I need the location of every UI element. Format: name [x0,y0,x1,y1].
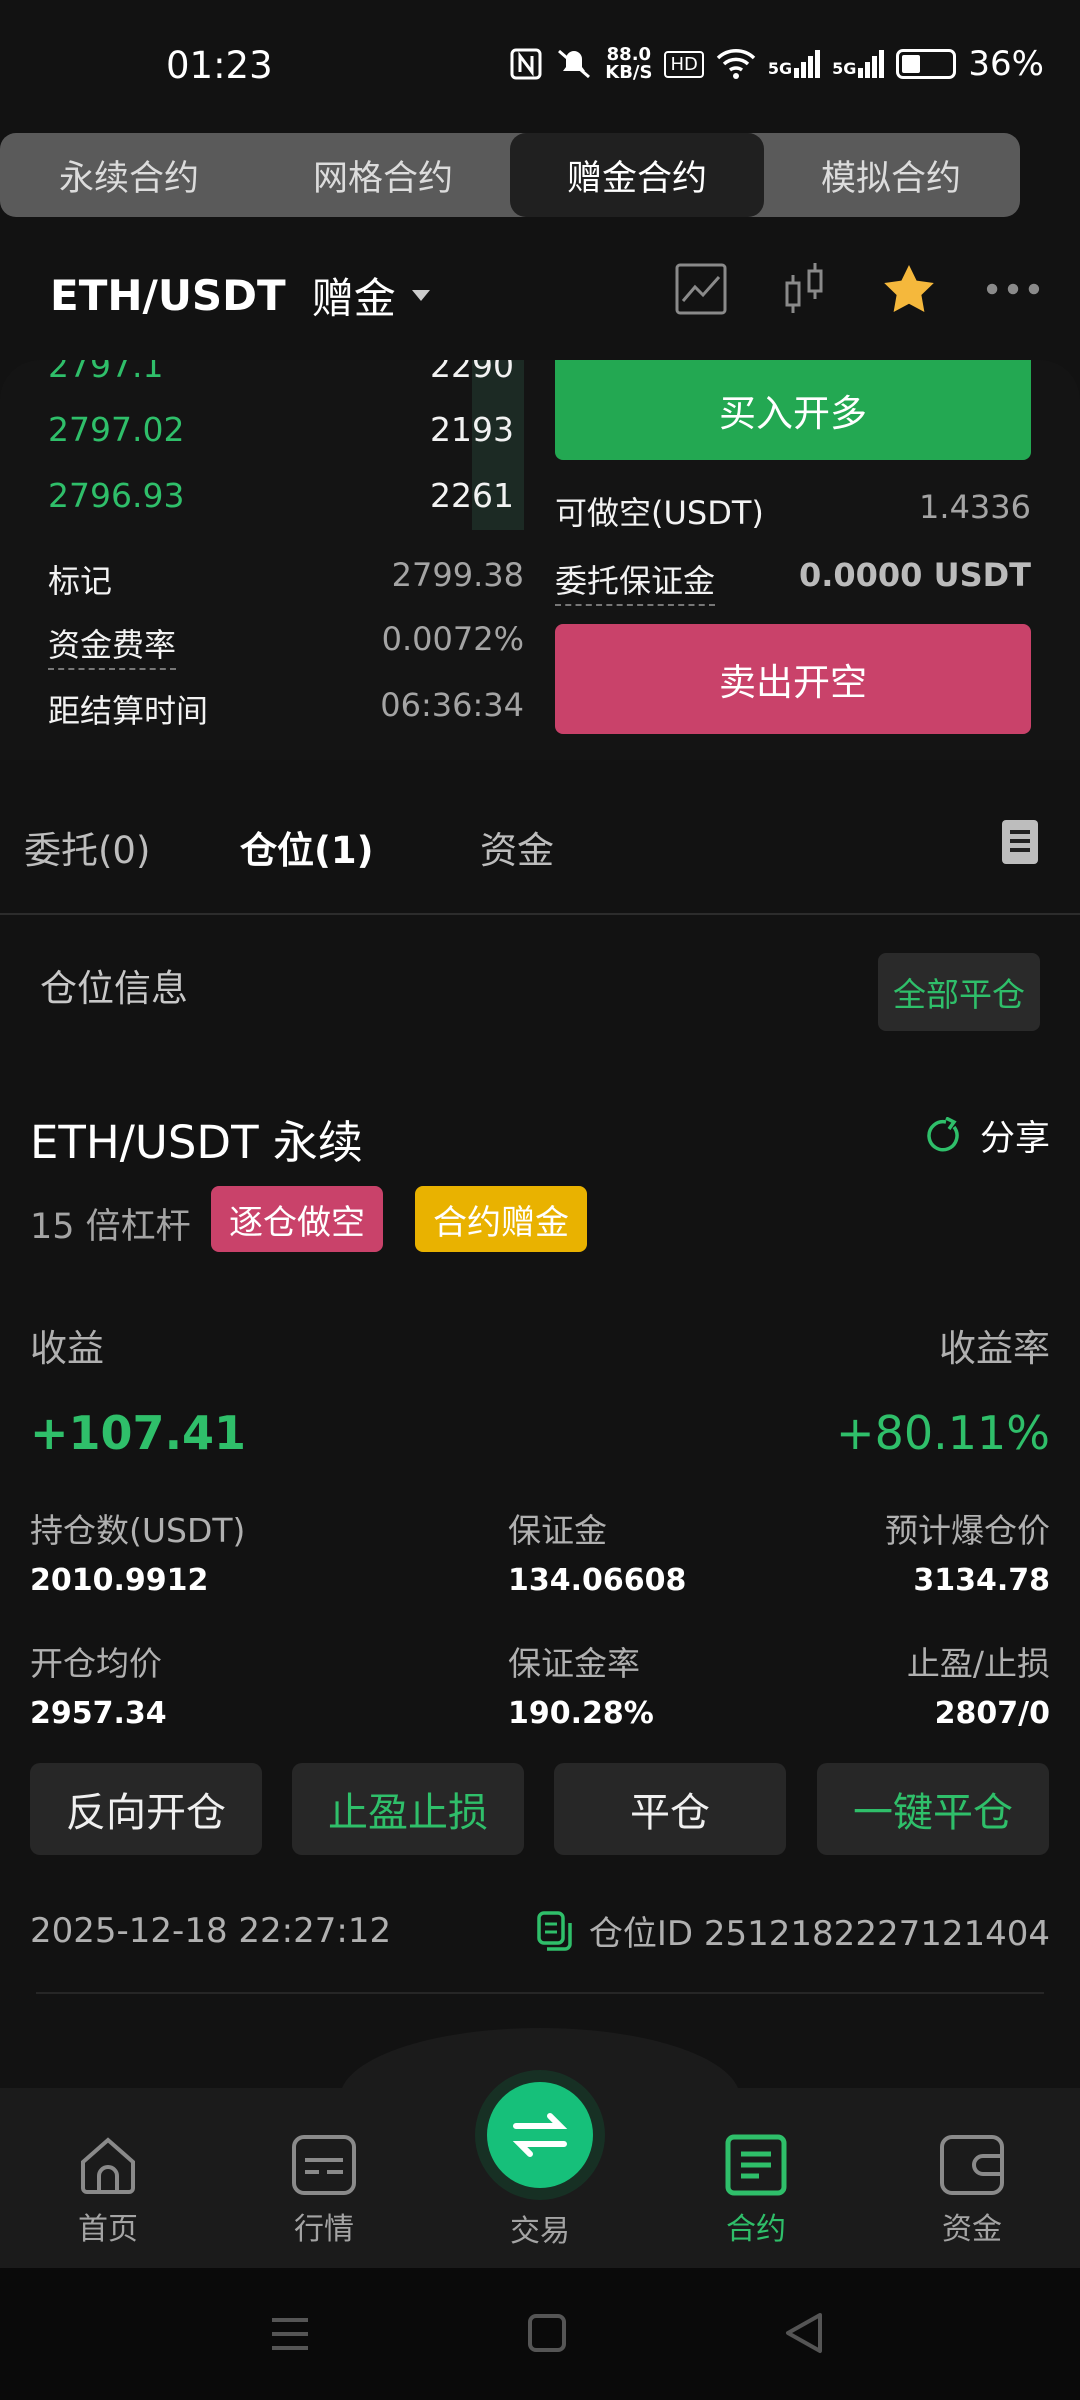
pair-name: ETH/USDT [50,271,286,320]
order-margin-row: 委托保证金 0.0000 USDT [555,556,1031,606]
status-time: 01:23 [166,44,273,87]
share-icon [927,1116,959,1151]
caret-down-icon [411,290,430,301]
funding-rate-row[interactable]: 资金费率 0.0072% [48,620,524,670]
one-click-close-button[interactable]: 一键平仓 [817,1763,1049,1855]
nav-home[interactable]: 首页 [48,2134,168,2248]
pair-selector[interactable]: ETH/USDT 赠金 [50,265,430,326]
wallet-icon [940,2135,1004,2195]
close-position-button[interactable]: 平仓 [554,1763,786,1855]
contract-mode-tabs: 永续合约 网格合约 赠金合约 模拟合约 [0,133,1020,217]
tab-orders[interactable]: 委托(0) [24,820,150,874]
tpsl-label: 止盈/止损 [906,1644,1050,1683]
size-value: 2010.9912 [30,1563,209,1598]
trade-panel: 2797.1 2290 2797.02 2193 2796.93 2261 标记 279… [0,360,1080,760]
orderbook-row[interactable]: 2796.93 2261 [48,476,514,515]
mark-price-row: 标记 2799.38 [48,556,524,600]
mute-icon [558,49,591,79]
more-icon[interactable] [986,262,1040,316]
bonus-badge: 合约赠金 [415,1186,587,1252]
pnl-label: 收益 [30,1327,104,1370]
orderbook-row[interactable]: 2797.02 2193 [48,410,514,449]
signal-2-icon: 5G [832,50,885,78]
liq-price-value: 3134.78 [913,1563,1050,1598]
roi-value: +80.11% [836,1406,1050,1460]
nav-trade[interactable]: 交易 [480,2206,600,2250]
document-icon[interactable] [1002,820,1038,864]
short-available-row: 可做空(USDT) 1.4336 [555,488,1031,532]
trade-button[interactable] [487,2082,593,2188]
entry-price-label: 开仓均价 [30,1644,162,1683]
entry-price-value: 2957.34 [30,1696,167,1731]
tab-positions[interactable]: 仓位(1) [240,820,374,874]
margin-value: 134.06608 [508,1563,687,1598]
position-timestamp: 2025-12-18 22:27:12 [30,1911,392,1951]
nfc-icon [510,48,542,80]
section-title: 仓位信息 [40,967,188,1010]
net-speed: 88.0 KB/S [605,44,653,83]
hd-badge: HD [664,50,704,78]
reverse-position-button[interactable]: 反向开仓 [30,1763,262,1855]
candlestick-icon[interactable] [778,262,832,316]
position-name: ETH/USDT 永续 [30,1116,363,1169]
tab-funds[interactable]: 资金 [480,820,554,874]
home-square-icon[interactable] [528,2314,566,2352]
tpsl-value: 2807/0 [934,1696,1050,1731]
back-icon[interactable] [784,2312,824,2354]
share-button[interactable]: 分享 [924,1110,1050,1161]
margin-label: 保证金 [508,1511,607,1550]
status-icons: 88.0 KB/S HD 5G 5G 36% [509,44,1044,84]
signal-1-icon: 5G [768,50,821,78]
star-icon[interactable] [882,262,936,316]
orderbook-row[interactable]: 2797.1 2290 [48,360,514,385]
system-nav-bar [0,2268,1080,2400]
nav-assets[interactable]: 资金 [912,2134,1032,2248]
size-label: 持仓数(USDT) [30,1511,246,1550]
pair-mode: 赠金 [311,274,396,323]
tab-grid[interactable]: 网格合约 [256,133,510,217]
copy-icon[interactable] [537,1910,573,1951]
tab-demo[interactable]: 模拟合约 [764,133,1018,217]
position-tabs: 委托(0) 仓位(1) 资金 [0,800,1080,915]
wifi-icon [716,49,756,79]
home-icon [81,2137,135,2194]
margin-ratio-label: 保证金率 [508,1644,640,1683]
nav-market[interactable]: 行情 [264,2134,384,2248]
tab-perpetual[interactable]: 永续合约 [2,133,256,217]
nav-contracts[interactable]: 合约 [696,2134,816,2248]
swap-arrows-icon [512,2113,568,2157]
position-id-row: 仓位ID 2512182227121404 [537,1906,1050,1955]
sell-short-button[interactable]: 卖出开空 [555,624,1031,734]
tab-bonus[interactable]: 赠金合约 [510,133,764,217]
line-chart-icon[interactable] [674,262,728,316]
market-icon [292,2135,356,2195]
divider [36,1992,1044,1994]
tp-sl-button[interactable]: 止盈止损 [292,1763,524,1855]
position-id: 仓位ID 2512182227121404 [588,1914,1050,1954]
buy-long-button[interactable]: 买入开多 [555,360,1031,460]
pnl-value: +107.41 [30,1406,247,1460]
close-all-button[interactable]: 全部平仓 [878,953,1040,1031]
roi-label: 收益率 [939,1327,1050,1370]
menu-icon[interactable] [270,2316,310,2352]
battery-icon [896,49,957,79]
leverage-label: 15 倍杠杆 [30,1207,191,1247]
header-actions [674,262,1040,316]
contract-icon [725,2134,787,2196]
liq-price-label: 预计爆仓价 [885,1511,1050,1550]
settlement-row: 距结算时间 06:36:34 [48,686,524,730]
battery-percent: 36% [968,44,1044,84]
margin-ratio-value: 190.28% [508,1696,654,1731]
margin-mode-badge: 逐仓做空 [211,1186,383,1252]
